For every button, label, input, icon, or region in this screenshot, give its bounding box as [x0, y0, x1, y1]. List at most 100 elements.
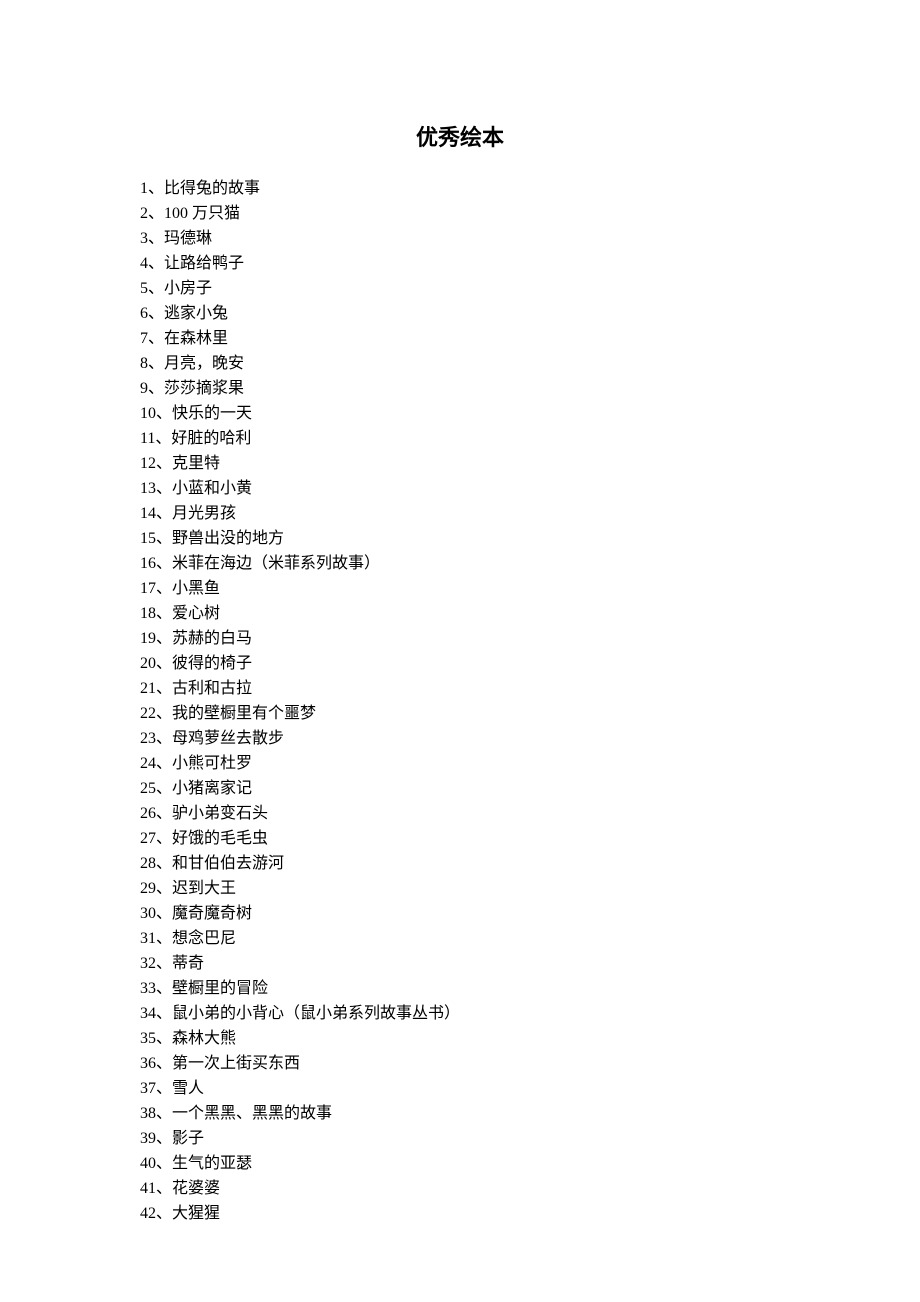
- item-separator: 、: [156, 1180, 172, 1197]
- list-item: 38、一个黑黑、黑黑的故事: [140, 1101, 780, 1126]
- item-number: 6: [140, 305, 148, 322]
- item-separator: 、: [156, 580, 172, 597]
- item-number: 32: [140, 955, 156, 972]
- item-number: 8: [140, 355, 148, 372]
- item-separator: 、: [148, 180, 164, 197]
- item-title: 彼得的椅子: [172, 655, 252, 672]
- item-title: 我的壁橱里有个噩梦: [172, 705, 316, 722]
- item-number: 15: [140, 530, 156, 547]
- item-separator: 、: [156, 655, 172, 672]
- item-title: 快乐的一天: [172, 405, 252, 422]
- item-number: 30: [140, 905, 156, 922]
- list-item: 8、月亮，晚安: [140, 351, 780, 376]
- item-separator: 、: [148, 355, 164, 372]
- item-number: 13: [140, 480, 156, 497]
- item-title: 母鸡萝丝去散步: [172, 730, 284, 747]
- item-number: 35: [140, 1030, 156, 1047]
- list-item: 22、我的壁橱里有个噩梦: [140, 701, 780, 726]
- book-list: 1、比得兔的故事2、100 万只猫3、玛德琳4、让路给鸭子5、小房子6、逃家小兔…: [140, 176, 780, 1226]
- list-item: 39、影子: [140, 1126, 780, 1151]
- item-title: 好饿的毛毛虫: [172, 830, 268, 847]
- item-number: 34: [140, 1005, 156, 1022]
- item-number: 21: [140, 680, 156, 697]
- item-separator: 、: [156, 730, 172, 747]
- item-title: 爱心树: [172, 605, 220, 622]
- item-number: 11: [140, 430, 155, 447]
- list-item: 30、魔奇魔奇树: [140, 901, 780, 926]
- item-number: 42: [140, 1205, 156, 1222]
- item-separator: 、: [156, 1105, 172, 1122]
- item-separator: 、: [156, 780, 172, 797]
- item-title: 想念巴尼: [172, 930, 236, 947]
- item-title: 小房子: [164, 280, 212, 297]
- item-title: 100 万只猫: [164, 205, 240, 222]
- list-item: 3、玛德琳: [140, 226, 780, 251]
- item-separator: 、: [156, 480, 172, 497]
- item-separator: 、: [156, 605, 172, 622]
- list-item: 27、好饿的毛毛虫: [140, 826, 780, 851]
- list-item: 25、小猪离家记: [140, 776, 780, 801]
- item-number: 10: [140, 405, 156, 422]
- list-item: 34、鼠小弟的小背心（鼠小弟系列故事丛书）: [140, 1001, 780, 1026]
- item-separator: 、: [156, 880, 172, 897]
- list-item: 15、野兽出没的地方: [140, 526, 780, 551]
- item-title: 魔奇魔奇树: [172, 905, 252, 922]
- item-number: 19: [140, 630, 156, 647]
- item-title: 克里特: [172, 455, 220, 472]
- item-separator: 、: [156, 1155, 172, 1172]
- list-item: 7、在森林里: [140, 326, 780, 351]
- item-separator: 、: [148, 380, 164, 397]
- list-item: 40、生气的亚瑟: [140, 1151, 780, 1176]
- list-item: 9、莎莎摘浆果: [140, 376, 780, 401]
- item-number: 25: [140, 780, 156, 797]
- item-separator: 、: [156, 555, 172, 572]
- item-separator: 、: [155, 430, 171, 447]
- list-item: 21、古利和古拉: [140, 676, 780, 701]
- list-item: 23、母鸡萝丝去散步: [140, 726, 780, 751]
- item-title: 影子: [172, 1130, 204, 1147]
- item-separator: 、: [156, 805, 172, 822]
- list-item: 35、森林大熊: [140, 1026, 780, 1051]
- item-separator: 、: [156, 1030, 172, 1047]
- item-separator: 、: [156, 980, 172, 997]
- item-number: 9: [140, 380, 148, 397]
- list-item: 31、想念巴尼: [140, 926, 780, 951]
- item-separator: 、: [156, 755, 172, 772]
- item-title: 苏赫的白马: [172, 630, 252, 647]
- item-title: 花婆婆: [172, 1180, 220, 1197]
- list-item: 13、小蓝和小黄: [140, 476, 780, 501]
- item-number: 27: [140, 830, 156, 847]
- list-item: 6、逃家小兔: [140, 301, 780, 326]
- item-number: 36: [140, 1055, 156, 1072]
- item-number: 40: [140, 1155, 156, 1172]
- item-number: 17: [140, 580, 156, 597]
- item-separator: 、: [156, 930, 172, 947]
- list-item: 32、蒂奇: [140, 951, 780, 976]
- item-title: 古利和古拉: [172, 680, 252, 697]
- item-title: 蒂奇: [172, 955, 204, 972]
- item-title: 和甘伯伯去游河: [172, 855, 284, 872]
- list-item: 10、快乐的一天: [140, 401, 780, 426]
- item-title: 小猪离家记: [172, 780, 252, 797]
- list-item: 41、花婆婆: [140, 1176, 780, 1201]
- list-item: 5、小房子: [140, 276, 780, 301]
- item-title: 在森林里: [164, 330, 228, 347]
- item-separator: 、: [156, 1080, 172, 1097]
- item-title: 大猩猩: [172, 1205, 220, 1222]
- list-item: 2、100 万只猫: [140, 201, 780, 226]
- list-item: 1、比得兔的故事: [140, 176, 780, 201]
- item-number: 31: [140, 930, 156, 947]
- item-separator: 、: [156, 1005, 172, 1022]
- list-item: 14、月光男孩: [140, 501, 780, 526]
- item-separator: 、: [148, 205, 164, 222]
- item-title: 月光男孩: [172, 505, 236, 522]
- item-separator: 、: [148, 305, 164, 322]
- item-separator: 、: [156, 1205, 172, 1222]
- item-separator: 、: [156, 1130, 172, 1147]
- list-item: 26、驴小弟变石头: [140, 801, 780, 826]
- item-title: 野兽出没的地方: [172, 530, 284, 547]
- item-number: 7: [140, 330, 148, 347]
- item-title: 森林大熊: [172, 1030, 236, 1047]
- item-title: 驴小弟变石头: [172, 805, 268, 822]
- item-number: 39: [140, 1130, 156, 1147]
